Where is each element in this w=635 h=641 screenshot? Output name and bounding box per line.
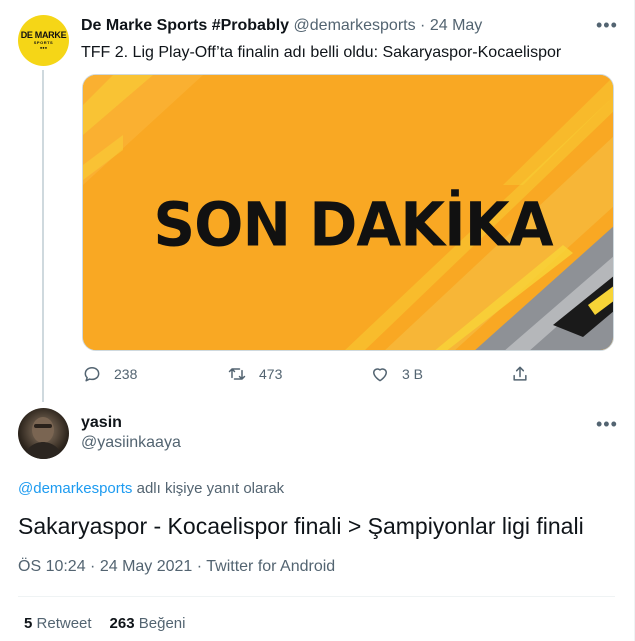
like-count: 3 B	[402, 366, 424, 382]
likes-count: 263	[109, 615, 135, 632]
retweet-count: 473	[259, 366, 283, 382]
parent-tweet-text: TFF 2. Lig Play-Off’ta finalin adı belli…	[81, 44, 562, 61]
tweet-timestamp-source[interactable]: ÖS 10:24 · 24 May 2021 · Twitter for And…	[18, 557, 335, 577]
share-icon	[513, 366, 527, 381]
heart-icon	[373, 368, 387, 382]
avatar-logo-dots: ●●●	[39, 45, 48, 50]
avatar-photo	[24, 417, 63, 459]
reply-author-name[interactable]: yasin	[81, 413, 122, 433]
media-headline-text: SON DAKİKA	[153, 188, 553, 260]
likes-stat[interactable]: 263 Beğeni	[110, 615, 186, 632]
reply-button[interactable]: 238	[82, 364, 137, 384]
stats-divider	[18, 596, 615, 597]
retweets-count: 5	[24, 615, 33, 632]
replying-to-suffix: adlı kişiye yanıt olarak	[132, 480, 285, 497]
media-headline: SON DAKİKA	[83, 75, 613, 350]
engagement-stats: 5 Retweet 263 Beğeni	[24, 614, 185, 634]
share-button[interactable]	[510, 364, 530, 384]
author-name[interactable]: De Marke Sports #Probably	[81, 17, 289, 34]
tweet-thread: DE MARKE SPORTS ●●● De Marke Sports #Pro…	[0, 0, 635, 641]
tweet-action-bar: 238 473 3 B	[82, 364, 542, 386]
likes-label: Beğeni	[138, 615, 186, 632]
reply-icon	[84, 367, 100, 382]
author-avatar-demarke[interactable]: DE MARKE SPORTS ●●●	[18, 15, 69, 66]
reply-count: 238	[114, 366, 138, 382]
avatar-logo-text: DE MARKE	[20, 30, 67, 40]
replying-to-mention-link[interactable]: @demarkesports	[18, 480, 132, 497]
like-button[interactable]: 3 B	[370, 364, 423, 384]
retweets-label: Retweet	[36, 615, 92, 632]
reply-author-handle[interactable]: @yasiinkaaya	[81, 433, 181, 453]
more-options-icon[interactable]: •••	[596, 16, 618, 34]
thread-connector-line	[42, 70, 44, 402]
header-separator: ·	[420, 17, 426, 34]
author-avatar-yasin[interactable]	[18, 408, 69, 459]
retweets-stat[interactable]: 5 Retweet	[24, 615, 92, 632]
replying-to-line: @demarkesports adlı kişiye yanıt olarak	[18, 479, 284, 499]
author-handle[interactable]: @demarkesports	[294, 17, 416, 34]
tweet-date[interactable]: 24 May	[430, 17, 482, 34]
reply-tweet-text: Sakaryaspor - Kocaelispor finali > Şampi…	[18, 513, 584, 539]
parent-tweet-header: De Marke Sports #Probably @demarkesports…	[81, 16, 482, 36]
tweet-media-image[interactable]: SON DAKİKA	[82, 74, 614, 351]
more-options-icon[interactable]: •••	[596, 415, 618, 433]
retweet-icon	[228, 368, 246, 380]
retweet-button[interactable]: 473	[227, 364, 282, 384]
